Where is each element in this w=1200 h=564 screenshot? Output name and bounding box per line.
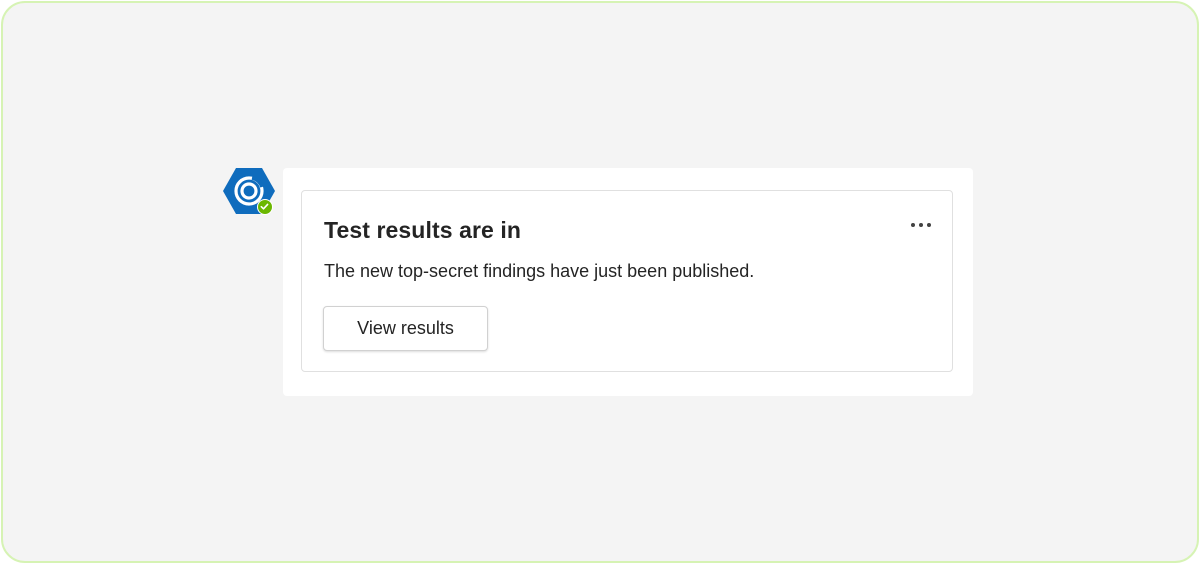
- card-body-text: The new top-secret findings have just be…: [324, 261, 755, 281]
- checkmark-icon: [260, 203, 269, 210]
- more-options-button[interactable]: [904, 211, 938, 239]
- more-options-icon: [911, 223, 931, 227]
- adaptive-card: Test results are in The new top-secret f…: [301, 190, 953, 372]
- view-results-button[interactable]: View results: [323, 306, 488, 351]
- card-title: Test results are in: [324, 217, 522, 243]
- presence-available-badge: [257, 199, 273, 215]
